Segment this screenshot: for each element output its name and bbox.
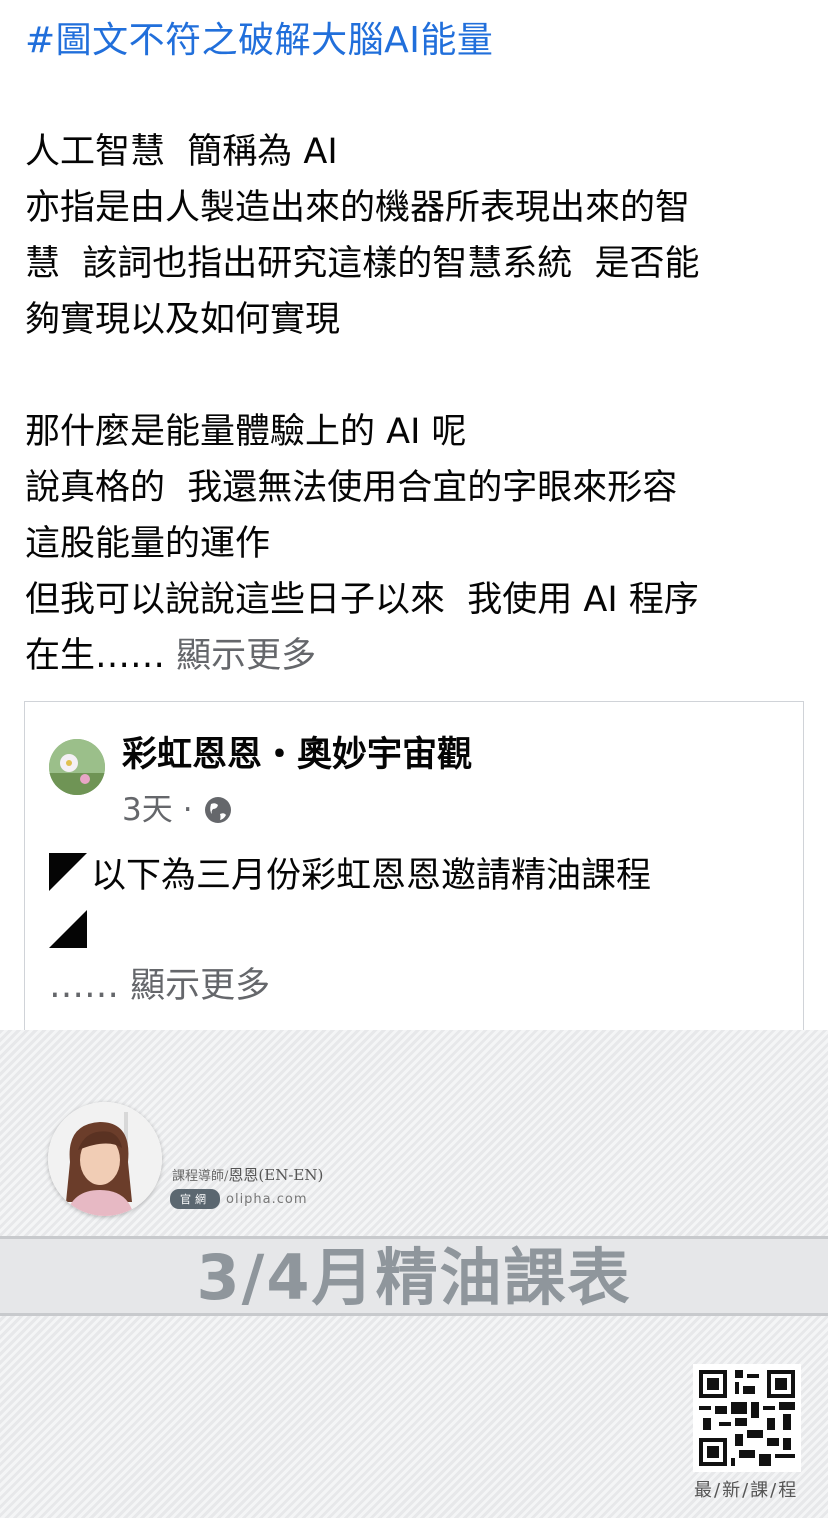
post-meta: 3天 · [122, 790, 233, 830]
shared-post-card[interactable]: 彩虹恩恩・奧妙宇宙觀 3天 · 以下為三月份彩虹恩恩邀請精油課程 …… 顯示更多 [24, 701, 804, 1041]
qr-code-icon [693, 1364, 801, 1472]
qr-code-graphic [699, 1370, 795, 1466]
author-name[interactable]: 彩虹恩恩・奧妙宇宙觀 [122, 732, 472, 778]
post-time[interactable]: 3天 [122, 790, 173, 830]
text-line: 但我可以說說這些日子以來 我使用 AI 程序 [25, 580, 699, 620]
text-line-last: 在生…… 顯示更多 [25, 628, 815, 684]
shared-post-text: 以下為三月份彩虹恩恩邀請精油課程 [49, 848, 651, 948]
bracket-close-icon [49, 910, 87, 948]
site-badge: 官網 [170, 1189, 220, 1209]
text-line: 這股能量的運作 [25, 524, 271, 564]
author-avatar[interactable] [49, 739, 105, 795]
ellipsis: …… [49, 966, 119, 1006]
banner-title: 3/4月精油課表 [196, 1241, 632, 1314]
shared-see-more-row: …… 顯示更多 [49, 958, 270, 1014]
meta-separator: · [182, 792, 193, 828]
text-line: 慧 該詞也指出研究這樣的智慧系統 是否能 [25, 244, 700, 284]
shared-post-line: 以下為三月份彩虹恩恩邀請精油課程 [91, 856, 652, 896]
site-url: olipha.com [226, 1191, 308, 1207]
paragraph-1: 人工智慧 簡稱為 AI 亦指是由人製造出來的機器所表現出來的智 慧 該詞也指出研… [25, 124, 815, 348]
tutor-name: 恩恩(EN-EN) [228, 1166, 324, 1184]
banner-title-band: 3/4月精油課表 [0, 1236, 828, 1316]
bracket-open-icon [49, 853, 87, 891]
post-body: #圖文不符之破解大腦AI能量 人工智慧 簡稱為 AI 亦指是由人製造出來的機器所… [25, 14, 815, 684]
see-more-link[interactable]: 顯示更多 [176, 636, 316, 676]
website-row: 官網 olipha.com [170, 1189, 308, 1209]
text-line: 亦指是由人製造出來的機器所表現出來的智 [25, 188, 691, 228]
tutor-portrait-image [48, 1102, 162, 1216]
hashtag-link[interactable]: #圖文不符之破解大腦AI能量 [25, 14, 815, 68]
globe-icon [204, 797, 231, 823]
text-line: 夠實現以及如何實現 [25, 300, 341, 340]
truncated-text: 在生…… [25, 636, 166, 676]
tutor-photo [48, 1102, 162, 1216]
qr-caption: 最/新/課/程 [694, 1480, 799, 1501]
text-line: 人工智慧 簡稱為 AI [25, 132, 338, 172]
text-line: 那什麼是能量體驗上的 AI 呢 [25, 412, 467, 452]
shared-see-more-link[interactable]: 顯示更多 [130, 966, 270, 1006]
course-banner-image[interactable]: 課程導師/恩恩(EN-EN) 官網 olipha.com 3/4月精油課表 最/… [0, 1030, 828, 1518]
tutor-prefix: 課程導師/ [172, 1169, 229, 1184]
flower-avatar-image [49, 739, 105, 795]
paragraph-2: 那什麼是能量體驗上的 AI 呢 說真格的 我還無法使用合宜的字眼來形容 這股能量… [25, 404, 815, 684]
text-line: 說真格的 我還無法使用合宜的字眼來形容 [25, 468, 678, 508]
tutor-label: 課程導師/恩恩(EN-EN) [172, 1164, 323, 1185]
